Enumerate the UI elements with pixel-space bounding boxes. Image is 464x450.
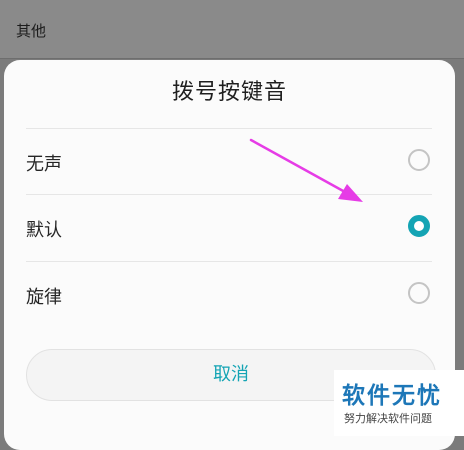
background-settings-header: 其他 — [0, 0, 464, 58]
section-label-other: 其他 — [16, 22, 47, 40]
option-melody[interactable]: 旋律 — [4, 262, 455, 328]
background-divider — [0, 58, 464, 59]
radio-unchecked-icon[interactable] — [408, 149, 430, 171]
watermark-title: 软件无忧 — [342, 383, 442, 409]
option-label: 默认 — [26, 220, 62, 241]
option-label: 无声 — [26, 154, 62, 175]
dialog-title: 拨号按键音 — [171, 80, 287, 105]
watermark-subtitle: 努力解决软件问题 — [344, 412, 432, 425]
radio-unchecked-icon[interactable] — [408, 282, 430, 304]
watermark-logo: 软件无忧 努力解决软件问题 — [334, 370, 464, 436]
option-label: 旋律 — [26, 287, 62, 308]
option-default[interactable]: 默认 — [4, 195, 455, 261]
radio-checked-icon[interactable] — [408, 215, 430, 237]
option-silent[interactable]: 无声 — [4, 129, 455, 195]
